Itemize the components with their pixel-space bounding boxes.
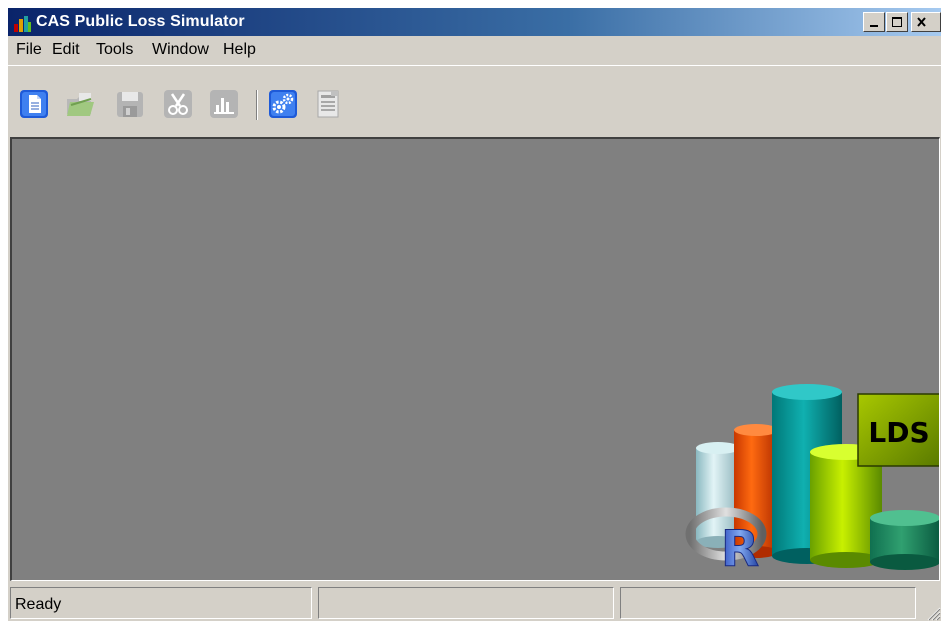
title-bar[interactable]: CAS Public Loss Simulator: [8, 8, 941, 36]
gears-icon[interactable]: [268, 89, 298, 119]
status-bar: Ready: [8, 585, 941, 621]
status-pane-3: [620, 587, 916, 619]
menu-file[interactable]: File: [16, 41, 42, 59]
app-chart-icon: [14, 16, 31, 32]
resize-grip-icon[interactable]: [925, 605, 941, 621]
menu-window[interactable]: Window: [152, 41, 209, 59]
close-icon: [917, 17, 926, 27]
bar-chart-icon[interactable]: [209, 89, 239, 119]
lds-r-logo: LDS R: [685, 384, 939, 577]
minimize-icon: [870, 25, 878, 27]
mdi-client-area[interactable]: LDS R: [10, 137, 940, 581]
maximize-icon: [892, 17, 902, 27]
open-folder-icon[interactable]: [65, 89, 95, 119]
menu-bar: File Edit Tools Window Help: [8, 36, 941, 64]
window-title: CAS Public Loss Simulator: [36, 13, 245, 30]
menu-edit[interactable]: Edit: [52, 41, 80, 59]
r-logo-letter: R: [721, 520, 760, 577]
minimize-button[interactable]: [863, 12, 885, 32]
menu-tools[interactable]: Tools: [96, 41, 133, 59]
cut-icon[interactable]: [163, 89, 193, 119]
save-icon[interactable]: [115, 89, 145, 119]
new-document-icon[interactable]: [19, 89, 49, 119]
close-button[interactable]: [911, 12, 941, 32]
toolbar-separator: [256, 90, 258, 120]
maximize-button[interactable]: [886, 12, 908, 32]
lds-badge-text: LDS: [868, 416, 929, 449]
menu-help[interactable]: Help: [223, 41, 256, 59]
toolbar: [8, 65, 941, 136]
report-icon[interactable]: [313, 89, 343, 119]
status-pane-2: [318, 587, 614, 619]
status-text: Ready: [15, 596, 62, 613]
app-window: CAS Public Loss Simulator File Edit Tool…: [8, 8, 941, 621]
status-pane-main: Ready: [10, 587, 312, 619]
